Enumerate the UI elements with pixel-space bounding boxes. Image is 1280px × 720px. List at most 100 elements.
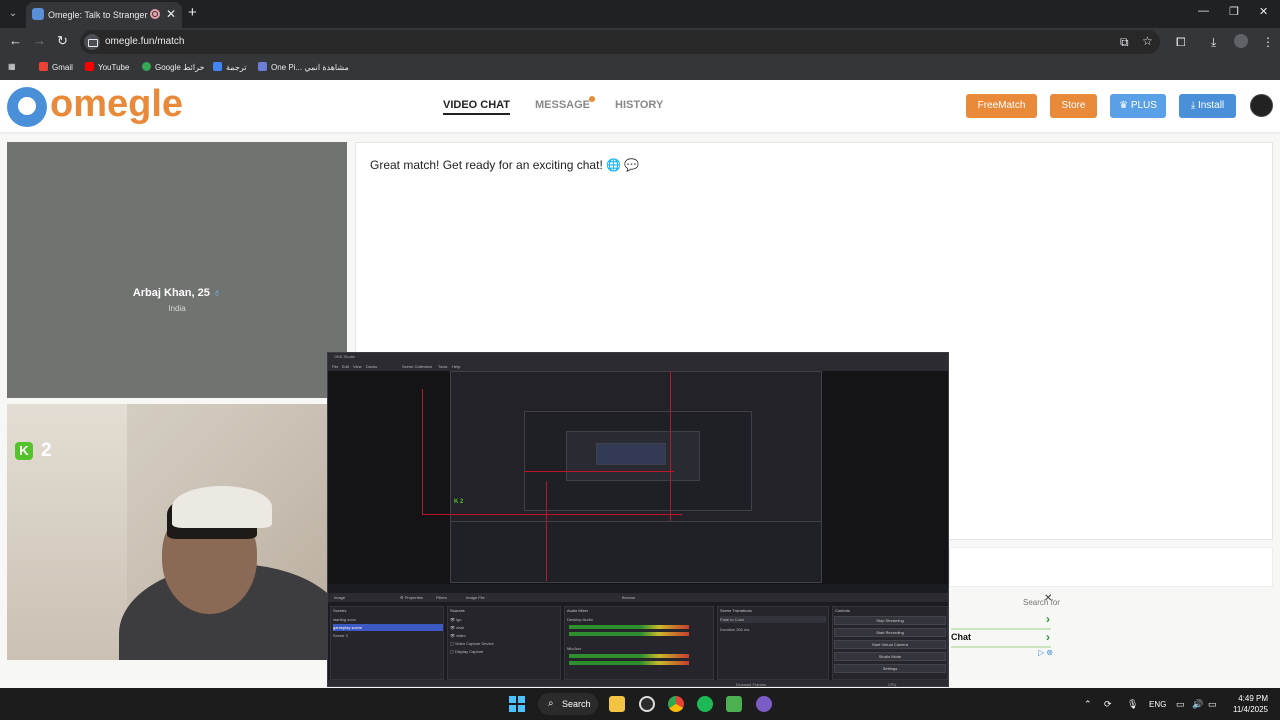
studio-mode-button[interactable]: Studio Mode [834,652,946,661]
apps-icon[interactable]: ▦ [8,62,16,71]
self-camera-video: K 2 [7,404,327,660]
new-tab-button[interactable]: + [188,4,197,21]
profile-avatar[interactable] [1234,34,1248,48]
omegle-logo-icon[interactable] [7,87,47,127]
clock-date: 11/4/2025 [1233,705,1268,714]
microphone-icon[interactable]: 🎙 [1127,699,1138,710]
transition-select[interactable]: Fade to Color [720,616,826,623]
scene-item-selected[interactable]: gameplay scene [333,624,443,631]
k-logo-icon: K [15,442,33,460]
menu-icon[interactable]: ⋮ [1262,35,1274,49]
obs-menu-view[interactable]: View [353,364,362,369]
show-hidden-icons-icon[interactable]: ⌃ [1084,699,1092,710]
battery-icon[interactable]: ▭ [1208,699,1217,710]
chrome-taskbar-icon[interactable] [668,696,684,712]
scene-item[interactable]: starting soon [333,616,443,623]
address-bar[interactable]: omegle.fun/match ⧉ ☆ [80,30,1160,54]
bookmark-google-maps[interactable]: Google خرائط [142,62,204,72]
obs-preview: K 2 [328,371,948,584]
start-virtual-camera-button[interactable]: Start Virtual Camera [834,640,946,649]
close-window-icon[interactable]: ✕ [1259,5,1268,18]
source-item[interactable]: ▢ Video Capture Device [450,640,494,647]
bookmark-gmail[interactable]: Gmail [39,62,73,72]
ad-chat-chevron-icon[interactable]: › [1046,630,1050,644]
scene-item[interactable]: Scene 3 [333,632,443,639]
language-indicator[interactable]: ENG [1149,700,1166,709]
transitions-header: Scene Transitions [720,608,752,613]
ad-divider-2 [951,646,1051,648]
obs-menu-scene[interactable]: Scene Collection [402,364,432,369]
obs-dropped-frames: Dropped Frames [736,682,767,687]
obs-menu-help[interactable]: Help [452,364,460,369]
user-avatar[interactable] [1250,94,1273,117]
source-item[interactable]: 👁 igo [450,616,462,623]
close-tab-icon[interactable]: ✕ [166,7,176,21]
game-app-icon[interactable] [726,696,742,712]
start-recording-button[interactable]: Start Recording [834,628,946,637]
stranger-country: India [168,304,186,313]
obs-source-label: Image [334,595,346,600]
obs-cpu: CPU [888,682,897,687]
bookmark-star-icon[interactable]: ☆ [1142,34,1153,48]
extensions-icon[interactable]: ⧠ [1176,35,1186,50]
freematch-button[interactable]: FreeMatch [966,94,1037,118]
volume-icon[interactable]: 🔊 [1192,699,1203,710]
ad-chat-link[interactable]: Chat [951,632,971,642]
network-icon[interactable]: ▭ [1176,699,1185,710]
plus-button[interactable]: ♛ PLUS [1110,94,1166,118]
nav-history[interactable]: HISTORY [615,99,663,111]
tab-search-icon[interactable]: ⌄ [4,5,22,23]
ad-chevron-icon[interactable]: › [1046,612,1050,626]
cast-icon[interactable]: ⧉ [1120,35,1129,50]
clock-time: 4:49 PM [1238,694,1268,703]
back-icon[interactable]: ← [9,33,22,48]
start-button[interactable] [509,696,525,712]
stop-streaming-button[interactable]: Stop Streaming [834,616,946,625]
bookmark-one-piece[interactable]: One Pi... مشاهدة انمي [258,62,349,72]
taskbar-search[interactable]: ⌕ Search [538,693,598,715]
duration-field[interactable]: Duration 300 ms [720,626,826,633]
sync-icon[interactable]: ⟳ [1104,699,1112,710]
obs-scene-transitions: Scene Transitions Fade to Color Duration… [717,606,829,680]
obs-studio-window[interactable]: OBS Studio File Edit View Docks Scene Co… [327,352,949,687]
obs-taskbar-icon[interactable] [639,696,655,712]
nav-video-chat[interactable]: VIDEO CHAT [443,99,511,115]
source-item[interactable]: ▢ Display Capture [450,648,483,655]
obs-menu-docks[interactable]: Docks [366,364,377,369]
site-info-icon[interactable] [84,34,100,50]
clock[interactable]: 4:49 PM 11/4/2025 [1226,693,1268,715]
preview-layer-4 [596,443,666,465]
spotify-icon[interactable] [697,696,713,712]
ad-close-icon[interactable]: ✕ [1044,593,1052,604]
install-button[interactable]: ⤓ Install [1179,94,1236,118]
adchoices-icon[interactable]: ▷ ⊗ [1038,648,1053,657]
store-button[interactable]: Store [1050,94,1097,118]
omegle-logo-text[interactable]: omegle [50,83,183,126]
app-icon[interactable] [756,696,772,712]
k-counter: 2 [41,440,52,461]
obs-properties-button[interactable]: ⚙ Properties [400,595,423,600]
nav-message[interactable]: MESSAGE [535,99,590,111]
chat-input-area[interactable] [949,547,1273,587]
file-explorer-icon[interactable] [609,696,625,712]
obs-menu-file[interactable]: File [332,364,338,369]
downloads-icon[interactable]: ⤓ [1211,35,1216,50]
obs-menu-edit[interactable]: Edit [342,364,349,369]
bookmark-youtube[interactable]: YouTube [85,62,129,72]
obs-browse-button[interactable]: Browse [622,595,635,600]
tab-title: Omegle: Talk to Strangers V [48,10,148,20]
settings-button[interactable]: Settings [834,664,946,673]
browser-tab-strip: ⌄ Omegle: Talk to Strangers V ✕ + — ❐ ✕ [0,0,1280,28]
obs-menu-tools[interactable]: Tools [438,364,447,369]
bookmark-translate[interactable]: ترجمة [213,62,247,72]
obs-filters-button[interactable]: Filters [436,595,447,600]
tab-omegle[interactable]: Omegle: Talk to Strangers V ✕ [26,2,182,28]
forward-icon[interactable]: → [33,33,46,48]
source-item[interactable]: 👁 video [450,632,466,639]
search-icon: ⌕ [548,698,554,709]
minimize-icon[interactable]: — [1198,5,1209,17]
restore-icon[interactable]: ❐ [1229,5,1239,18]
source-item[interactable]: 👁 chat [450,624,464,631]
scenes-header: Scenes [333,608,347,613]
reload-icon[interactable]: ↻ [57,33,68,49]
